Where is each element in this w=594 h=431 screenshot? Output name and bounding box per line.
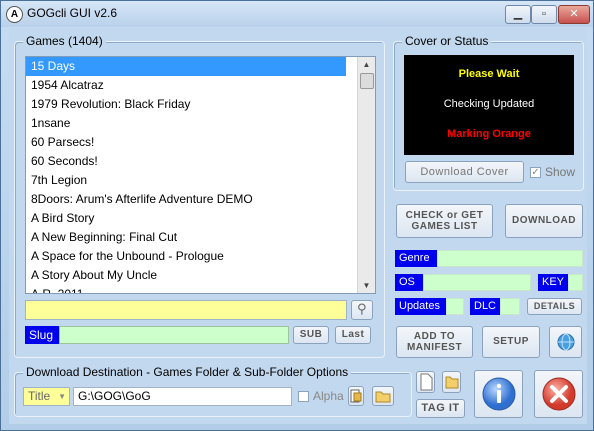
- updates-field[interactable]: [446, 298, 464, 315]
- list-item[interactable]: A Space for the Unbound - Prologue: [26, 247, 375, 266]
- list-item[interactable]: 7th Legion: [26, 171, 375, 190]
- scroll-thumb[interactable]: [360, 73, 374, 89]
- browse-folder-button[interactable]: [372, 386, 394, 406]
- sub-button[interactable]: SUB: [293, 326, 329, 344]
- document-icon: [420, 373, 432, 391]
- status-line-checking: Checking Updated: [443, 98, 535, 110]
- slug-label: Slug: [25, 326, 59, 344]
- dlc-field[interactable]: [500, 298, 520, 315]
- cover-legend: Cover or Status: [402, 34, 492, 48]
- list-item[interactable]: A.R. 2011: [26, 285, 375, 293]
- show-label: Show: [545, 165, 576, 179]
- list-item[interactable]: 60 Parsecs!: [26, 133, 375, 152]
- folder-tree-icon: [350, 389, 362, 403]
- exit-button[interactable]: [534, 370, 583, 418]
- scroll-down-icon[interactable]: ▼: [358, 278, 375, 293]
- key-label: KEY: [538, 274, 568, 291]
- cover-status-display: Please Wait Checking Updated Marking Ora…: [404, 55, 574, 155]
- alpha-checkbox[interactable]: [298, 391, 309, 402]
- list-item[interactable]: 60 Seconds!: [26, 152, 375, 171]
- close-icon: [542, 377, 575, 411]
- game-search-input[interactable]: [25, 300, 347, 320]
- details-button[interactable]: DETAILS: [527, 298, 582, 315]
- updates-label: Updates: [395, 298, 446, 315]
- folder-icon: [445, 376, 458, 389]
- slug-field[interactable]: [59, 326, 289, 344]
- status-line-marking: Marking Orange: [447, 128, 531, 140]
- check-get-line2: GAMES LIST: [411, 221, 478, 232]
- list-item[interactable]: A Story About My Uncle: [26, 266, 375, 285]
- add-to-manifest-button[interactable]: ADD TO MANIFEST: [396, 326, 473, 358]
- minimize-button[interactable]: ▁: [505, 5, 531, 24]
- list-item[interactable]: A New Beginning: Final Cut: [26, 228, 375, 247]
- app-window: A GOGcli GUI v2.6 ▁ ▫ ✕ Games (1404) 15 …: [0, 0, 594, 431]
- setup-button[interactable]: SETUP: [482, 326, 540, 358]
- list-item[interactable]: 15 Days: [26, 57, 346, 76]
- destination-path-input[interactable]: G:\GOG\GoG: [73, 387, 292, 406]
- download-cover-button[interactable]: Download Cover: [405, 161, 524, 183]
- info-icon: [482, 377, 515, 411]
- add-line2: MANIFEST: [406, 342, 463, 353]
- web-globe-button[interactable]: [549, 326, 582, 358]
- key-field[interactable]: [568, 274, 583, 291]
- app-logo-icon[interactable]: A: [6, 6, 23, 23]
- list-item[interactable]: 8Doors: Arum's Afterlife Adventure DEMO: [26, 190, 375, 209]
- dlc-label: DLC: [470, 298, 500, 315]
- tag-it-button[interactable]: TAG IT: [416, 399, 465, 418]
- folder-icon: [375, 391, 391, 403]
- genre-field[interactable]: [437, 250, 583, 267]
- check-get-line1: CHECK or GET: [405, 210, 484, 221]
- scroll-up-icon[interactable]: ▲: [358, 57, 375, 72]
- list-item[interactable]: 1979 Revolution: Black Friday: [26, 95, 375, 114]
- alpha-label: Alpha: [313, 389, 344, 403]
- os-label: OS: [395, 274, 423, 291]
- globe-icon: [557, 333, 574, 351]
- close-window-button[interactable]: ✕: [558, 5, 590, 24]
- folder-mode-value: Title: [28, 389, 51, 403]
- last-button[interactable]: Last: [335, 326, 371, 344]
- add-line1: ADD TO: [413, 331, 456, 342]
- list-item[interactable]: A Bird Story: [26, 209, 375, 228]
- show-checkbox[interactable]: ✓: [530, 167, 541, 178]
- search-icon[interactable]: ⚲: [351, 300, 373, 320]
- file-button[interactable]: [416, 371, 435, 393]
- check-get-games-list-button[interactable]: CHECK or GET GAMES LIST: [396, 204, 493, 238]
- info-button[interactable]: [474, 370, 523, 418]
- maximize-button[interactable]: ▫: [531, 5, 557, 24]
- games-legend: Games (1404): [23, 34, 106, 48]
- os-field[interactable]: [423, 274, 531, 291]
- list-item[interactable]: 1nsane: [26, 114, 375, 133]
- chevron-down-icon[interactable]: ▼: [58, 388, 66, 405]
- title-bar[interactable]: A GOGcli GUI v2.6 ▁ ▫ ✕: [1, 1, 593, 27]
- download-button[interactable]: DOWNLOAD: [505, 204, 583, 238]
- status-line-please-wait: Please Wait: [458, 68, 520, 80]
- folder-mode-select[interactable]: Title ▼: [23, 387, 70, 406]
- window-title: GOGcli GUI v2.6: [27, 6, 118, 20]
- client-area: Games (1404) 15 Days 1954 Alcatraz 1979 Re…: [9, 28, 587, 424]
- folder-tree-button[interactable]: [348, 386, 364, 406]
- destination-legend: Download Destination - Games Folder & Su…: [23, 365, 352, 379]
- games-list-scrollbar[interactable]: ▲ ▼: [357, 57, 375, 293]
- genre-label: Genre: [395, 250, 437, 267]
- games-list[interactable]: 15 Days 1954 Alcatraz 1979 Revolution: Bla…: [25, 56, 376, 294]
- list-item[interactable]: 1954 Alcatraz: [26, 76, 375, 95]
- open-folder-button[interactable]: [442, 371, 461, 393]
